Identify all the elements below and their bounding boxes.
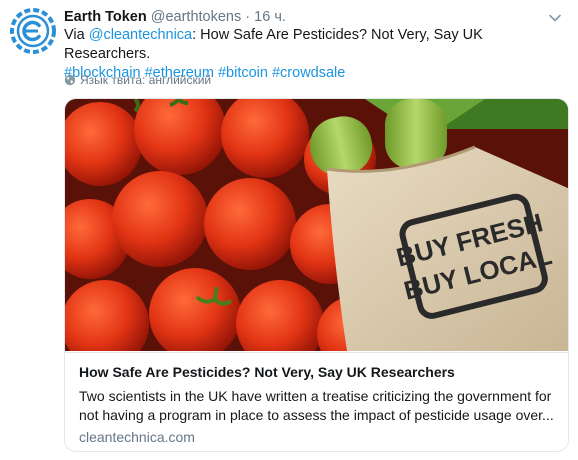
chevron-down-icon[interactable] — [549, 14, 561, 22]
language-label: Язык твита: английский — [80, 73, 212, 87]
hashtag-link[interactable]: #crowdsale — [272, 65, 345, 81]
card-image[interactable]: BUY FRESH BUY LOCAL — [65, 99, 569, 351]
tweet-language-note: Язык твита: английский — [64, 73, 211, 87]
hashtag-link[interactable]: #bitcoin — [218, 65, 268, 81]
tweet-timestamp[interactable]: 16 ч. — [254, 9, 286, 25]
separator-dot: · — [245, 9, 251, 25]
card-domain[interactable]: cleantechnica.com — [79, 428, 556, 447]
avatar[interactable] — [10, 8, 56, 54]
tweet[interactable]: Earth Token @earthtokens · 16 ч. Via @cl… — [0, 0, 578, 460]
author-handle[interactable]: @earthtokens — [151, 9, 242, 25]
author-name[interactable]: Earth Token — [64, 9, 147, 25]
card-description: Two scientists in the UK have written a … — [79, 388, 554, 423]
tweet-header: Earth Token @earthtokens · 16 ч. — [64, 8, 286, 26]
link-card[interactable]: BUY FRESH BUY LOCAL How Safe Are Pestici… — [64, 98, 569, 452]
tweet-text-prefix: Via — [64, 27, 89, 43]
card-info[interactable]: How Safe Are Pesticides? Not Very, Say U… — [65, 352, 568, 451]
card-title[interactable]: How Safe Are Pesticides? Not Very, Say U… — [79, 363, 556, 382]
mention-link[interactable]: @cleantechnica — [89, 27, 192, 43]
globe-icon — [64, 74, 76, 86]
